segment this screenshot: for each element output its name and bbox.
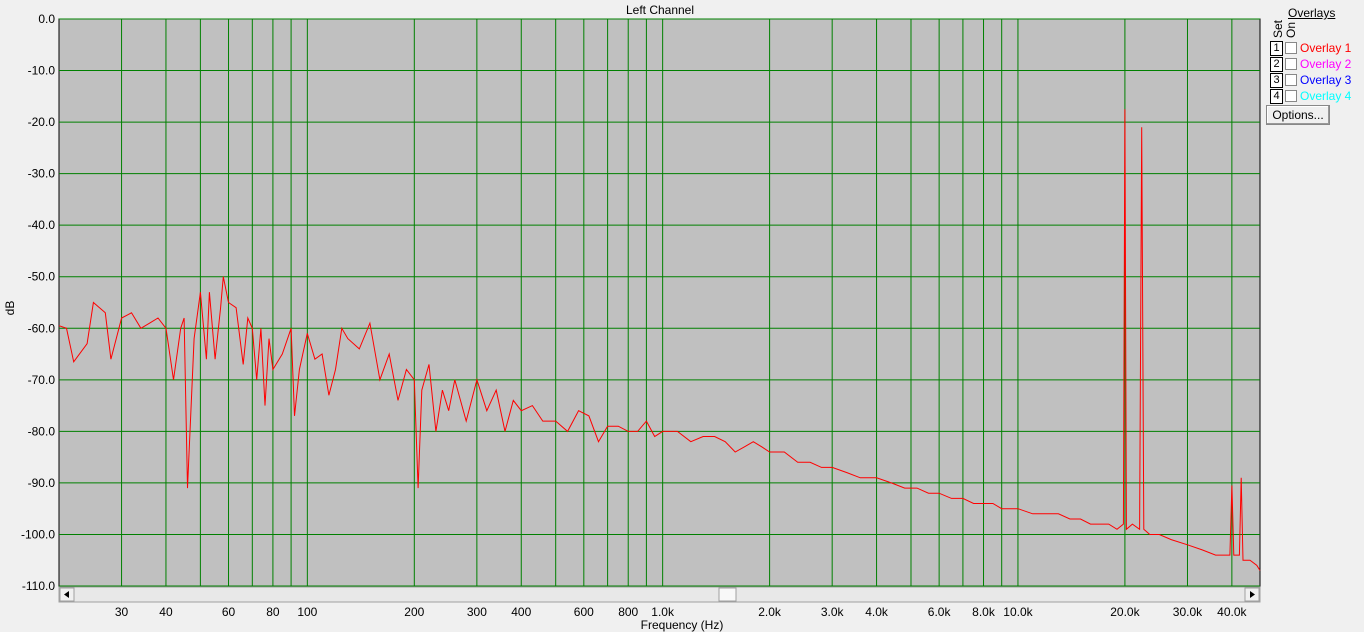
y-tick-label: -100.0: [21, 527, 55, 541]
overlay-label-3: Overlay 3: [1300, 73, 1352, 87]
x-tick-label: 3.0k: [821, 605, 845, 619]
y-tick-label: -50.0: [28, 270, 56, 284]
x-tick-label: 800: [618, 605, 638, 619]
overlay-set-button-2[interactable]: 2: [1270, 57, 1283, 72]
x-tick-label: 40: [159, 605, 173, 619]
overlay-row-2: 2 Overlay 2: [1270, 57, 1362, 72]
overlay-checkbox-4[interactable]: [1285, 90, 1297, 102]
overlay-row-4: 4 Overlay 4: [1270, 89, 1362, 104]
horizontal-scrollbar[interactable]: [58, 586, 1261, 603]
overlay-set-button-3[interactable]: 3: [1270, 73, 1283, 88]
on-column-label: On: [1284, 21, 1298, 38]
overlay-row-3: 3 Overlay 3: [1270, 73, 1362, 88]
overlay-set-button-1[interactable]: 1: [1270, 41, 1283, 56]
overlays-title: Overlays: [1288, 6, 1336, 20]
x-tick-label: 600: [574, 605, 594, 619]
x-tick-label: 300: [467, 605, 487, 619]
spectrum-chart: Left Channel 30 40 60 80 100 200 300 400 600 800 1…: [3, 3, 1261, 632]
y-tick-label: -30.0: [28, 167, 56, 181]
y-tick-labels: 0.0 -10.0 -20.0 -30.0 -40.0 -50.0 -60.0 -70.0 -8…: [21, 12, 55, 593]
x-axis-label: Frequency (Hz): [641, 618, 724, 632]
x-tick-label: 200: [404, 605, 424, 619]
overlay-panel: Overlays Set On 1 Overlay 1 2 Overlay 2 …: [1264, 0, 1364, 130]
x-tick-label: 40.0k: [1217, 605, 1247, 619]
plot-area: [58, 18, 1261, 587]
overlay-checkbox-1[interactable]: [1285, 42, 1297, 54]
y-axis-label: dB: [3, 301, 17, 316]
set-column-label: Set: [1271, 19, 1285, 38]
overlay-label-2: Overlay 2: [1300, 57, 1352, 71]
options-button[interactable]: Options...: [1266, 105, 1330, 125]
overlay-label-1: Overlay 1: [1300, 41, 1352, 55]
overlay-set-button-4[interactable]: 4: [1270, 89, 1283, 104]
y-tick-label: 0.0: [38, 12, 55, 26]
x-tick-label: 30: [115, 605, 129, 619]
x-tick-label: 8.0k: [972, 605, 996, 619]
x-tick-label: 20.0k: [1110, 605, 1140, 619]
y-tick-label: -40.0: [28, 218, 56, 232]
y-tick-label: -20.0: [28, 115, 56, 129]
chart-title: Left Channel: [626, 3, 694, 17]
overlay-row-1: 1 Overlay 1: [1270, 41, 1362, 56]
x-tick-label: 400: [511, 605, 531, 619]
x-tick-label: 80: [266, 605, 280, 619]
x-tick-label: 4.0k: [865, 605, 889, 619]
x-tick-labels: 30 40 60 80 100 200 300 400 600 800 1.0k 2.0k 3.0k 4.…: [115, 605, 1248, 619]
y-tick-label: -60.0: [28, 321, 56, 335]
x-tick-label: 1.0k: [651, 605, 675, 619]
y-tick-label: -70.0: [28, 373, 56, 387]
y-tick-label: -110.0: [22, 579, 55, 593]
y-tick-label: -10.0: [28, 64, 56, 78]
y-tick-label: -80.0: [28, 424, 56, 438]
overlay-label-4: Overlay 4: [1300, 89, 1352, 103]
x-tick-label: 2.0k: [758, 605, 782, 619]
x-tick-label: 10.0k: [1003, 605, 1033, 619]
scroll-thumb[interactable]: [718, 587, 737, 602]
y-tick-label: -90.0: [28, 476, 56, 490]
x-tick-label: 100: [297, 605, 317, 619]
x-tick-label: 6.0k: [928, 605, 952, 619]
overlay-checkbox-2[interactable]: [1285, 58, 1297, 70]
overlay-checkbox-3[interactable]: [1285, 74, 1297, 86]
x-tick-label: 30.0k: [1173, 605, 1203, 619]
x-tick-label: 60: [222, 605, 236, 619]
